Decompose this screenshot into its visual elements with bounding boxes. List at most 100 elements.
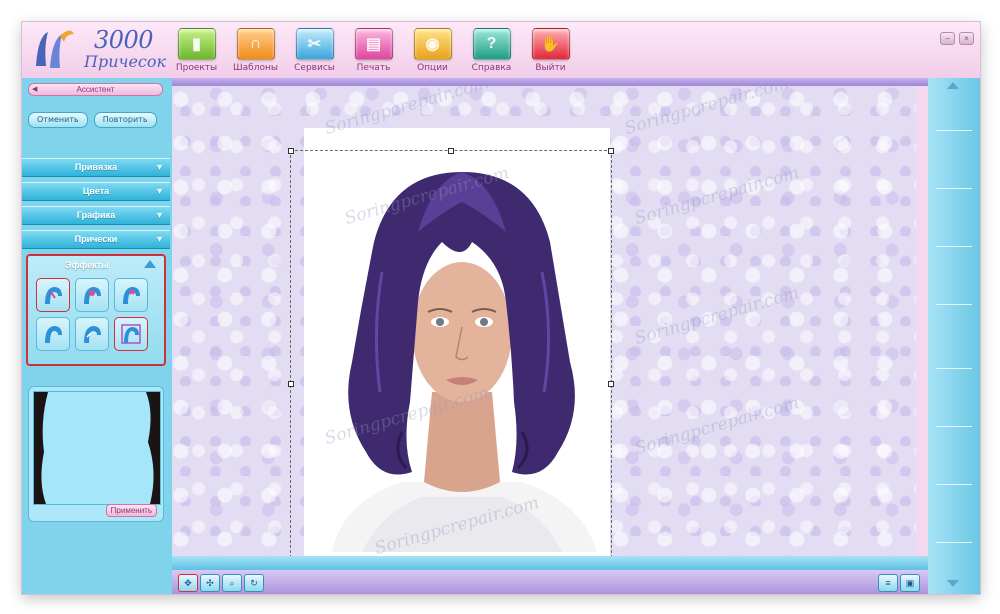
ruler-tick <box>936 188 972 189</box>
templates-icon: ∩ <box>236 28 275 60</box>
ruler-tick <box>936 304 972 305</box>
resize-handle[interactable] <box>288 381 294 387</box>
effects-grid <box>36 278 148 351</box>
collapse-up-icon[interactable] <box>144 260 156 268</box>
section-label: Графика <box>76 210 116 220</box>
logo-title: 3000 <box>94 26 154 54</box>
section-binding[interactable]: Привязка ▼ <box>22 158 170 177</box>
toolbar-button-exit[interactable]: ✋ Выйти <box>521 28 580 76</box>
close-button[interactable]: × <box>959 32 974 45</box>
left-panel: ◀ Ассистент Отменить Повторить Привязка … <box>22 78 172 594</box>
ruler-tick <box>936 368 972 369</box>
hairstyle-preview: Применить <box>28 386 164 522</box>
image-view-icon[interactable]: ▣ <box>900 574 920 592</box>
assistant-bar[interactable]: ◀ Ассистент <box>28 83 163 96</box>
chevron-down-icon: ▼ <box>155 234 164 244</box>
toolbar-label: Справка <box>471 63 512 73</box>
vertical-scrollbar[interactable] <box>928 78 980 594</box>
hair-effect-icon <box>45 287 62 304</box>
watermark: Soringpcrepair.com <box>632 392 802 460</box>
hair-effect-icon <box>121 324 141 344</box>
toolbar-label: Шаблоны <box>233 63 278 73</box>
effect-button[interactable] <box>36 278 70 312</box>
toolbar-label: Печать <box>356 63 391 73</box>
watermark: Soringpcrepair.com <box>632 282 802 350</box>
bottom-toolbar: ✥ ✣ ⌕ ↻ ≡ ▣ <box>172 570 928 594</box>
options-icon: ◉ <box>413 28 452 60</box>
scroll-up-icon[interactable] <box>947 82 959 89</box>
ruler-tick <box>936 130 972 131</box>
toolbar-label: Опции <box>417 63 448 73</box>
section-colors[interactable]: Цвета ▼ <box>22 182 170 201</box>
effect-button[interactable] <box>114 278 148 312</box>
watermark: Soringpcrepair.com <box>632 162 802 230</box>
resize-handle[interactable] <box>288 148 294 154</box>
undo-button[interactable]: Отменить <box>28 112 88 128</box>
chevron-down-icon: ▼ <box>155 210 164 220</box>
toolbar-button-services[interactable]: ✂ Сервисы <box>285 28 344 76</box>
exit-icon: ✋ <box>531 28 570 60</box>
pan-tool-icon[interactable]: ✣ <box>200 574 220 592</box>
section-hairstyles[interactable]: Прически ▼ <box>22 230 170 249</box>
toolbar-label: Проекты <box>175 63 218 73</box>
minimize-button[interactable]: – <box>940 32 955 45</box>
effects-title: Эффекты <box>65 260 109 270</box>
effect-button[interactable] <box>36 317 70 351</box>
section-graphics[interactable]: Графика ▼ <box>22 206 170 225</box>
resize-handle[interactable] <box>448 148 454 154</box>
section-label: Цвета <box>82 186 110 196</box>
print-icon: ▤ <box>354 28 393 60</box>
logo-subtitle: Причесок <box>84 52 167 71</box>
resize-handle[interactable] <box>608 148 614 154</box>
main-toolbar: ▮ Проекты ∩ Шаблоны ✂ Сервисы ▤ Печать ◉… <box>167 28 580 76</box>
canvas-top-bar <box>172 78 930 86</box>
ruler-tick <box>936 484 972 485</box>
preview-hair-image <box>34 392 160 504</box>
list-view-icon[interactable]: ≡ <box>878 574 898 592</box>
chevron-down-icon: ▼ <box>155 162 164 172</box>
preview-image <box>33 391 161 505</box>
move-tool-icon[interactable]: ✥ <box>178 574 198 592</box>
hair-effect-icon <box>45 326 62 343</box>
header: 3000 Причесок ▮ Проекты ∩ Шаблоны ✂ Серв… <box>22 22 980 78</box>
undo-redo-row: Отменить Повторить <box>28 112 157 128</box>
effects-panel: Эффекты <box>26 254 166 366</box>
redo-button[interactable]: Повторить <box>93 112 157 128</box>
toolbar-button-help[interactable]: ? Справка <box>462 28 521 76</box>
toolbar-button-projects[interactable]: ▮ Проекты <box>167 28 226 76</box>
toolbar-button-templates[interactable]: ∩ Шаблоны <box>226 28 285 76</box>
help-icon: ? <box>472 28 511 60</box>
section-label: Привязка <box>74 162 118 172</box>
selection-frame[interactable] <box>288 148 614 556</box>
assistant-label: Ассистент <box>76 85 115 94</box>
work-canvas[interactable]: Soringpcrepair.com Soringpcrepair.com So… <box>172 86 916 556</box>
toolbar-button-print[interactable]: ▤ Печать <box>344 28 403 76</box>
services-icon: ✂ <box>295 28 334 60</box>
toolbar-button-options[interactable]: ◉ Опции <box>403 28 462 76</box>
rotate-icon[interactable]: ↻ <box>244 574 264 592</box>
effect-button[interactable] <box>75 317 109 351</box>
section-label: Прически <box>74 234 118 244</box>
hair-effect-icon <box>123 287 140 304</box>
ruler-tick <box>936 246 972 247</box>
resize-handle[interactable] <box>608 381 614 387</box>
zoom-icon[interactable]: ⌕ <box>222 574 242 592</box>
window-controls: – × <box>940 32 974 45</box>
watermark: Soringpcrepair.com <box>622 86 792 140</box>
apply-button[interactable]: Применить <box>105 504 157 517</box>
effect-button[interactable] <box>114 317 148 351</box>
hair-effect-icon <box>84 287 101 304</box>
horizontal-scrollbar[interactable] <box>172 556 928 570</box>
app-window: 3000 Причесок ▮ Проекты ∩ Шаблоны ✂ Серв… <box>22 22 980 594</box>
chevron-down-icon: ▼ <box>155 186 164 196</box>
arrow-left-icon: ◀ <box>32 86 38 93</box>
toolbar-label: Выйти <box>535 63 566 73</box>
ruler-tick <box>936 426 972 427</box>
ruler-tick <box>936 542 972 543</box>
toolbar-label: Сервисы <box>294 63 335 73</box>
hair-effect-icon <box>84 326 101 343</box>
effect-button[interactable] <box>75 278 109 312</box>
scroll-down-icon[interactable] <box>947 580 959 587</box>
logo-icon <box>36 30 74 68</box>
projects-icon: ▮ <box>177 28 216 60</box>
